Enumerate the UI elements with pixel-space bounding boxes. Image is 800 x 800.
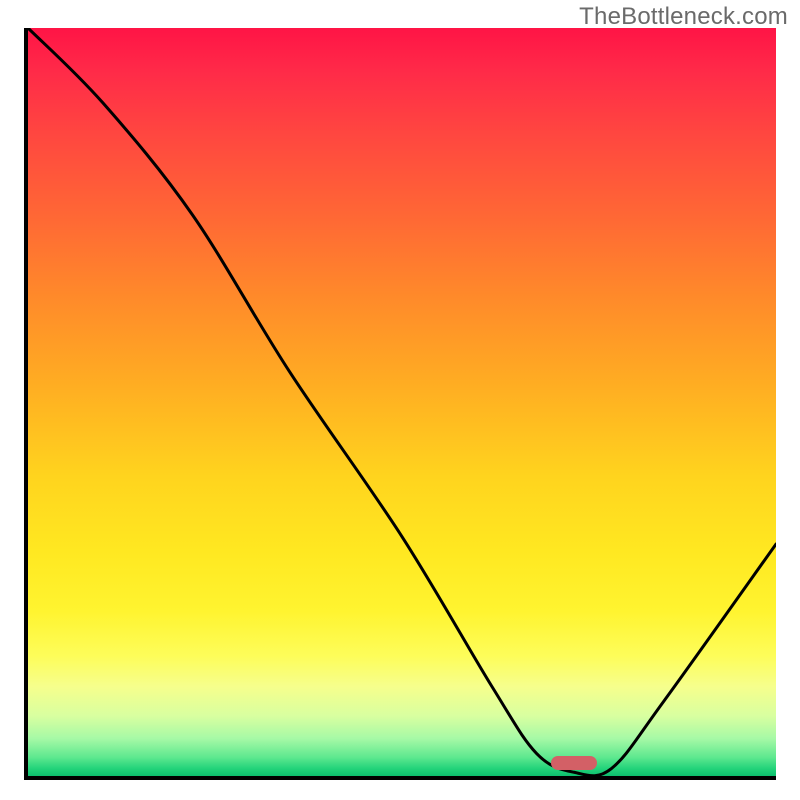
chart-container: TheBottleneck.com <box>0 0 800 800</box>
curve-svg <box>28 28 776 776</box>
watermark-text: TheBottleneck.com <box>579 3 788 31</box>
bottleneck-curve-path <box>28 28 776 776</box>
plot-area <box>24 28 776 780</box>
optimal-marker <box>551 756 597 770</box>
